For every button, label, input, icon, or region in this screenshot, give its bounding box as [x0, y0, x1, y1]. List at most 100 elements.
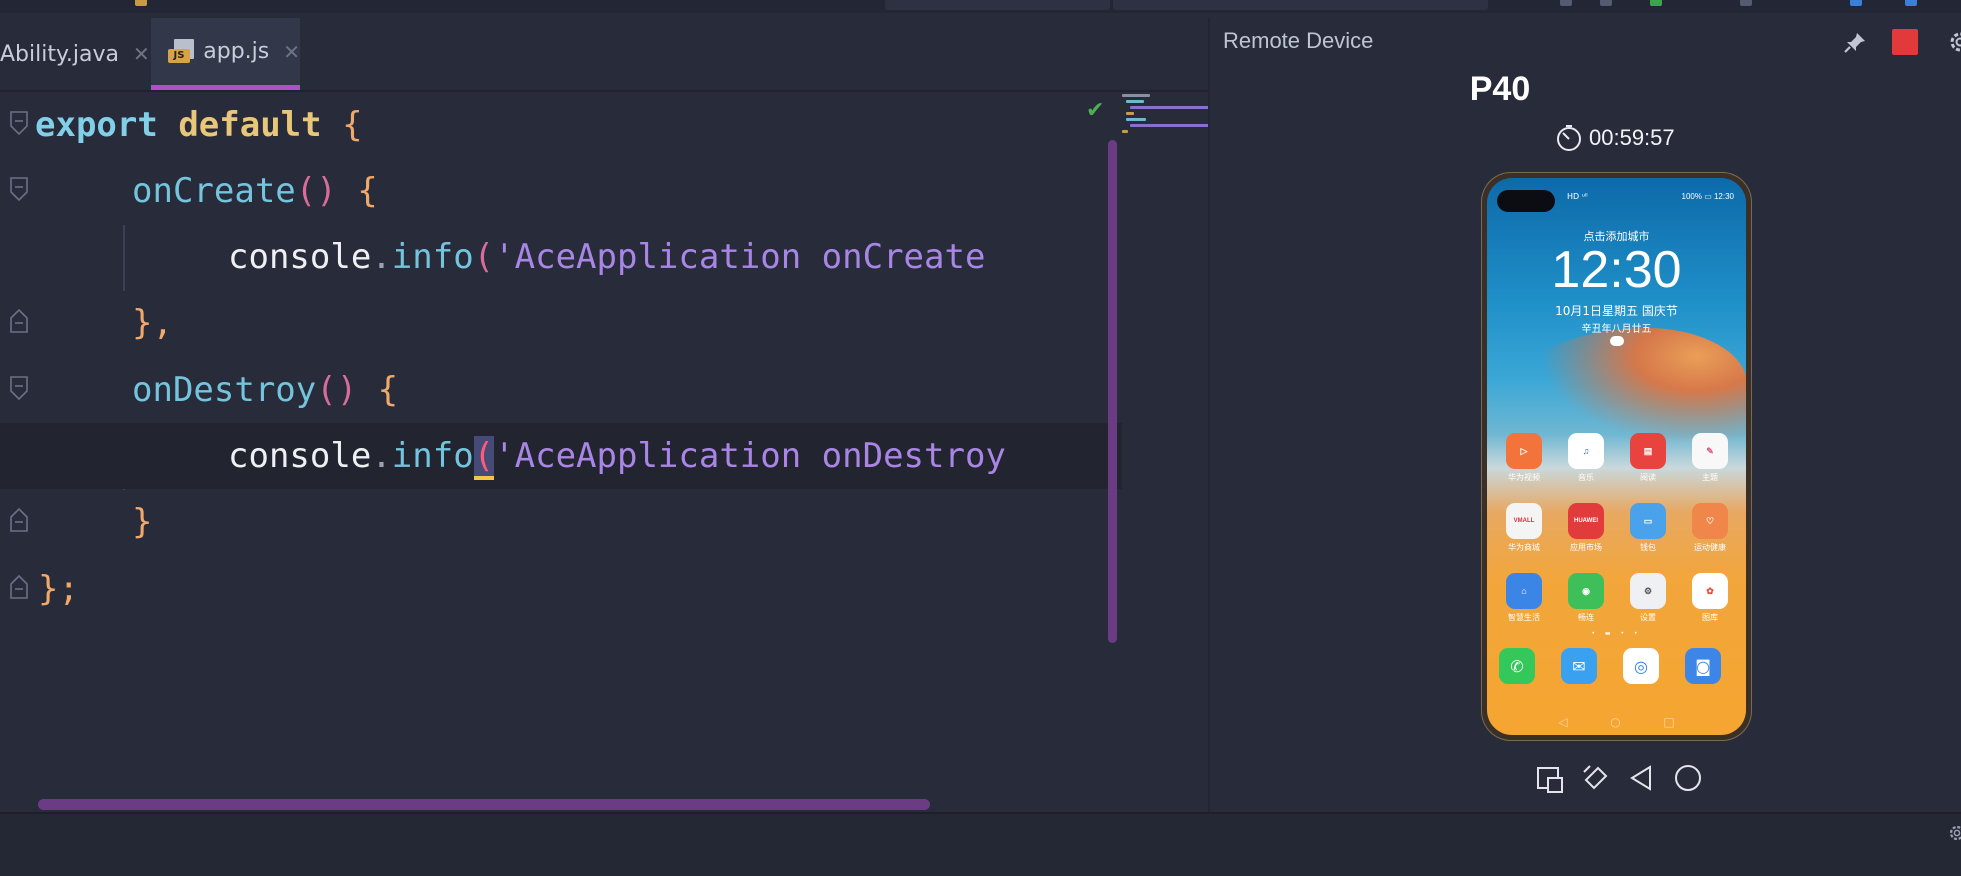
meetime-icon: ◉: [1568, 573, 1604, 609]
code-line[interactable]: export default {: [0, 92, 1120, 158]
app-label: 运动健康: [1694, 543, 1726, 552]
paren: (: [473, 237, 495, 277]
toolbar-icon[interactable]: [1850, 0, 1862, 6]
method-name: info: [391, 436, 474, 476]
page-indicator: • ▬ • •: [1591, 630, 1642, 637]
appgallery-icon: HUAWEI: [1568, 503, 1604, 539]
app-wallet[interactable]: ▭ 钱包: [1623, 503, 1673, 563]
fold-end-icon[interactable]: [8, 505, 30, 533]
app-label: 主题: [1702, 473, 1718, 482]
debug-icon[interactable]: [1600, 0, 1612, 6]
music-icon: ♫: [1568, 433, 1604, 469]
function-name: onCreate: [132, 171, 296, 211]
no-errors-check-icon: ✔: [1086, 98, 1105, 123]
code-line[interactable]: },: [0, 290, 1120, 356]
health-icon: ♡: [1692, 503, 1728, 539]
nav-recents-icon[interactable]: □: [1663, 715, 1674, 729]
ide-window: Ability.java ✕ JS app.js ✕ export defaul…: [0, 0, 1961, 876]
video-icon: ▷: [1506, 433, 1542, 469]
sync-icon[interactable]: [1650, 0, 1662, 6]
device-name: P40: [1469, 70, 1531, 108]
book-icon: ▤: [1630, 433, 1666, 469]
browser-icon[interactable]: ◎: [1623, 648, 1659, 684]
close-icon[interactable]: ✕: [283, 40, 300, 64]
minimap[interactable]: [1120, 92, 1210, 134]
home-icon[interactable]: [1672, 762, 1704, 794]
brace: };: [38, 569, 79, 609]
parens: (): [295, 171, 337, 211]
app-settings[interactable]: ⚙ 设置: [1623, 573, 1673, 633]
device-screen[interactable]: HD ᵘˡˡ 100% ▭ 12:30 点击添加城市 12:30 10月1日星期…: [1487, 178, 1746, 735]
gallery-icon: ✿: [1692, 573, 1728, 609]
nav-home-icon[interactable]: ○: [1610, 715, 1620, 729]
phone-navbar: ◁ ○ □: [1487, 715, 1746, 729]
dot: .: [371, 436, 392, 476]
fold-marker-icon[interactable]: [8, 110, 30, 138]
toolbar-dropdown[interactable]: [1113, 0, 1488, 10]
code-editor[interactable]: export default { onCreate() { console.in…: [0, 92, 1208, 812]
editor-tabbar: Ability.java ✕ JS app.js ✕: [0, 18, 1208, 90]
string-literal: 'AceApplication onCreate: [494, 237, 986, 277]
app-meetime[interactable]: ◉ 畅连: [1561, 573, 1611, 633]
messages-icon[interactable]: ✉: [1561, 648, 1597, 684]
fold-end-icon[interactable]: [8, 572, 30, 600]
pin-icon[interactable]: [1842, 30, 1868, 56]
app-mall[interactable]: VMALL 华为商城: [1499, 503, 1549, 563]
tab-ability-java[interactable]: Ability.java ✕: [0, 18, 150, 90]
app-label: 设置: [1640, 613, 1656, 622]
parens: (): [316, 370, 358, 410]
phone-icon[interactable]: ✆: [1499, 648, 1535, 684]
file-icon: [135, 0, 147, 6]
fold-screen-icon[interactable]: [1534, 762, 1566, 794]
fold-marker-icon[interactable]: [8, 375, 30, 403]
app-label: 智慧生活: [1508, 613, 1540, 622]
timer-icon: [1557, 125, 1581, 151]
weather-icon: [1609, 336, 1624, 346]
code-line[interactable]: }: [0, 489, 1120, 555]
code-line[interactable]: onDestroy() {: [0, 357, 1120, 423]
app-themes[interactable]: ✎ 主题: [1685, 433, 1735, 493]
toolbar-icon[interactable]: [1905, 0, 1917, 6]
app-reader[interactable]: ▤ 阅读: [1623, 433, 1673, 493]
toolbar-icon[interactable]: [1740, 0, 1752, 6]
horizontal-scrollbar[interactable]: [38, 799, 930, 810]
code-line[interactable]: };: [0, 556, 1120, 622]
code-line-active[interactable]: console.info('AceApplication onDestroy: [0, 423, 1122, 489]
rotate-icon[interactable]: [1580, 762, 1612, 794]
code-line[interactable]: console.info('AceApplication onCreate: [0, 224, 1120, 290]
tab-app-js[interactable]: JS app.js ✕: [151, 18, 300, 90]
app-label: 阅读: [1640, 473, 1656, 482]
method-name: info: [391, 237, 474, 277]
app-label: 畅连: [1578, 613, 1594, 622]
phone-frame: HD ᵘˡˡ 100% ▭ 12:30 点击添加城市 12:30 10月1日星期…: [1481, 172, 1752, 741]
app-smarthome[interactable]: ⌂ 智慧生活: [1499, 573, 1549, 633]
brace: },: [132, 303, 173, 343]
run-icon[interactable]: [1560, 0, 1572, 6]
app-appgallery[interactable]: HUAWEI 应用市场: [1561, 503, 1611, 563]
gear-icon[interactable]: [1948, 824, 1961, 842]
camera-icon[interactable]: ◙: [1685, 648, 1721, 684]
back-icon[interactable]: [1626, 762, 1658, 794]
app-label: 华为视频: [1508, 473, 1540, 482]
gear-icon[interactable]: [1948, 30, 1961, 54]
app-video[interactable]: ▷ 华为视频: [1499, 433, 1549, 493]
cursor-paren: (: [473, 436, 495, 480]
fold-end-icon[interactable]: [8, 306, 30, 334]
close-icon[interactable]: ✕: [133, 42, 150, 66]
app-health[interactable]: ♡ 运动健康: [1685, 503, 1735, 563]
code-line[interactable]: onCreate() {: [0, 158, 1120, 224]
app-music[interactable]: ♫ 音乐: [1561, 433, 1611, 493]
toolbar-dropdown[interactable]: [885, 0, 1110, 10]
camera-punch-hole: [1497, 190, 1555, 212]
brace: {: [377, 370, 399, 410]
fold-marker-icon[interactable]: [8, 176, 30, 204]
vertical-scrollbar[interactable]: [1108, 140, 1117, 643]
stop-icon[interactable]: [1892, 29, 1918, 55]
keyword-export: export: [35, 105, 158, 145]
nav-back-icon[interactable]: ◁: [1558, 715, 1567, 729]
keyword-default: default: [178, 105, 322, 145]
app-gallery[interactable]: ✿ 图库: [1685, 573, 1735, 633]
smarthome-icon: ⌂: [1506, 573, 1542, 609]
bottom-toolbar: [0, 812, 1961, 876]
function-name: onDestroy: [132, 370, 317, 410]
